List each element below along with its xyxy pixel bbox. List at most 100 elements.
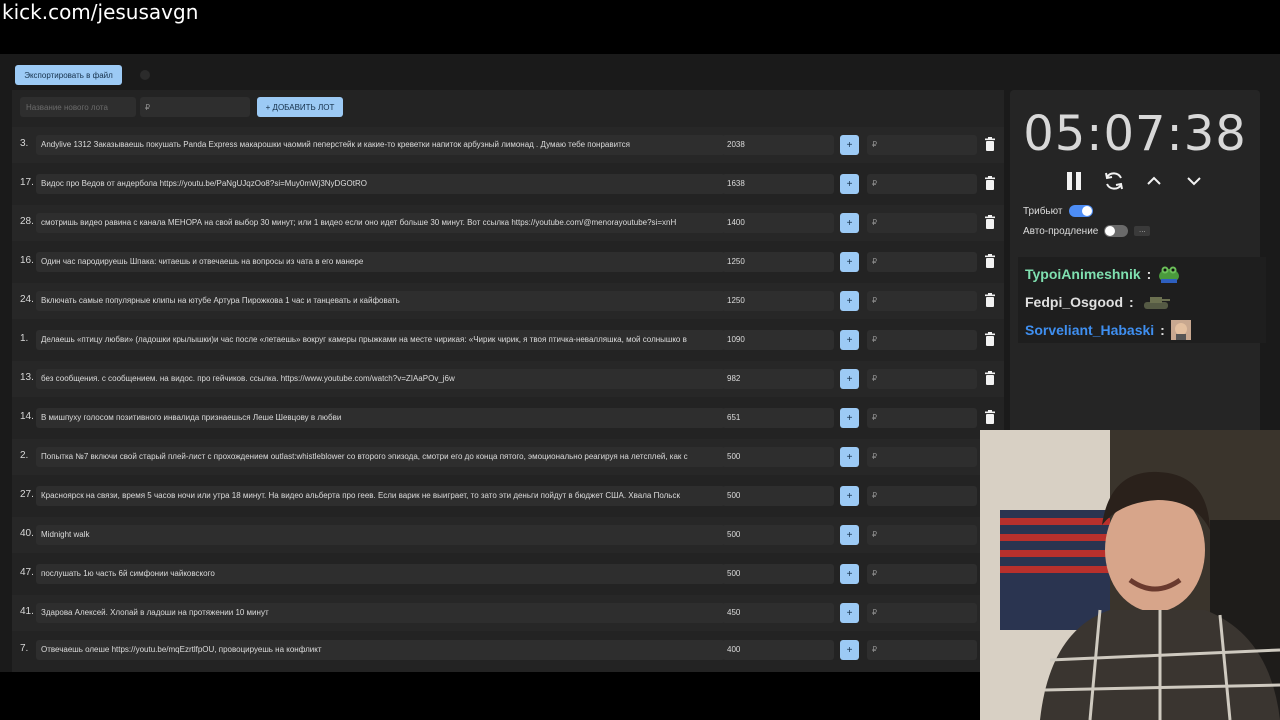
chat-message: Fedpi_Osgood: xyxy=(1025,292,1172,312)
lot-title-field[interactable]: Включать самые популярные клипы на ютубе… xyxy=(36,291,725,311)
lot-number: 47. xyxy=(20,567,34,578)
lot-add-amount-input[interactable]: ₽ xyxy=(867,603,977,623)
chevron-up-icon xyxy=(1147,176,1161,185)
lot-add-button[interactable]: + xyxy=(840,213,859,233)
lot-number: 14. xyxy=(20,411,34,422)
streamer-webcam-image xyxy=(980,430,1280,720)
auto-extend-more-button[interactable]: ... xyxy=(1134,226,1151,236)
lot-add-button[interactable]: + xyxy=(840,486,859,506)
trash-icon[interactable] xyxy=(984,254,996,268)
chat-separator: : xyxy=(1129,294,1134,310)
webcam-feed xyxy=(980,430,1280,720)
lot-add-amount-input[interactable]: ₽ xyxy=(867,213,977,233)
lot-amount-field[interactable]: 1250 xyxy=(722,291,834,311)
lot-title-field[interactable]: Попытка №7 включи свой старый плей-лист … xyxy=(36,447,725,467)
lot-number: 17. xyxy=(20,177,34,188)
trash-icon[interactable] xyxy=(984,293,996,307)
lot-amount-field[interactable]: 1090 xyxy=(722,330,834,350)
lot-add-amount-input[interactable]: ₽ xyxy=(867,291,977,311)
lot-title-field[interactable]: Красноярск на связи, время 5 часов ночи … xyxy=(36,486,725,506)
lot-add-button[interactable]: + xyxy=(840,525,859,545)
trash-icon[interactable] xyxy=(984,371,996,385)
lot-title-field[interactable]: Отвечаешь олеше https://youtu.be/mqEzrtl… xyxy=(36,640,725,660)
lot-add-amount-input[interactable]: ₽ xyxy=(867,640,977,660)
lot-title-field[interactable]: смотришь видео равина с канала МЕНОРА на… xyxy=(36,213,725,233)
lot-number: 24. xyxy=(20,294,34,305)
lot-amount-field[interactable]: 450 xyxy=(722,603,834,623)
lot-add-button[interactable]: + xyxy=(840,447,859,467)
face-emote-icon xyxy=(1170,320,1191,340)
trash-icon[interactable] xyxy=(984,137,996,151)
lot-amount-field[interactable]: 500 xyxy=(722,564,834,584)
lot-title-field[interactable]: послушать 1ю часть 6й симфонии чайковско… xyxy=(36,564,725,584)
chat-separator: : xyxy=(1146,266,1152,282)
lot-number: 7. xyxy=(20,643,29,654)
new-lot-name-input[interactable] xyxy=(20,97,136,117)
trash-icon[interactable] xyxy=(984,176,996,190)
lot-title-field[interactable]: Видос про Ведов от андербола https://you… xyxy=(36,174,725,194)
decrease-time-button[interactable] xyxy=(1183,170,1205,192)
lot-title-field[interactable]: Один час пародируешь Шпака: читаешь и от… xyxy=(36,252,725,272)
add-lot-button[interactable]: + ДОБАВИТЬ ЛОТ xyxy=(257,97,343,117)
pause-button[interactable] xyxy=(1063,170,1085,192)
lot-amount-field[interactable]: 400 xyxy=(722,640,834,660)
trash-icon[interactable] xyxy=(984,332,996,346)
lot-add-amount-input[interactable]: ₽ xyxy=(867,135,977,155)
auto-extend-toggle[interactable] xyxy=(1104,225,1129,237)
lot-number: 16. xyxy=(20,255,34,266)
chat-message: Sorveliant_Habaski: xyxy=(1025,320,1191,340)
lot-amount-field[interactable]: 500 xyxy=(722,486,834,506)
increase-time-button[interactable] xyxy=(1143,170,1165,192)
lot-amount-field[interactable]: 651 xyxy=(722,408,834,428)
lot-add-button[interactable]: + xyxy=(840,174,859,194)
lot-amount-field[interactable]: 1250 xyxy=(722,252,834,272)
lot-amount-field[interactable]: 982 xyxy=(722,369,834,389)
tribute-setting: Трибьют xyxy=(1023,205,1093,217)
lot-add-button[interactable]: + xyxy=(840,603,859,623)
reset-button[interactable] xyxy=(1103,170,1125,192)
lot-add-amount-input[interactable]: ₽ xyxy=(867,174,977,194)
lot-row: 28. смотришь видео равина с канала МЕНОР… xyxy=(12,205,1004,241)
chevron-down-icon xyxy=(1187,177,1201,186)
lot-row: 24. Включать самые популярные клипы на ю… xyxy=(12,283,1004,319)
lot-number: 2. xyxy=(20,450,29,461)
lot-add-button[interactable]: + xyxy=(840,640,859,660)
lot-add-amount-input[interactable]: ₽ xyxy=(867,447,977,467)
lot-amount-field[interactable]: 500 xyxy=(722,525,834,545)
lot-add-amount-input[interactable]: ₽ xyxy=(867,525,977,545)
lot-add-amount-input[interactable]: ₽ xyxy=(867,564,977,584)
auto-extend-setting: Авто-продление ... xyxy=(1023,225,1151,237)
lot-title-field[interactable]: Andylive 1312 Заказываешь покушать Panda… xyxy=(36,135,725,155)
new-lot-amount-input[interactable] xyxy=(140,97,250,117)
lot-title-field[interactable]: без сообщения. с сообщением. на видос. п… xyxy=(36,369,725,389)
tribute-toggle[interactable] xyxy=(1068,205,1093,217)
lot-add-amount-input[interactable]: ₽ xyxy=(867,369,977,389)
lot-add-amount-input[interactable]: ₽ xyxy=(867,252,977,272)
trash-icon[interactable] xyxy=(984,215,996,229)
lot-add-button[interactable]: + xyxy=(840,564,859,584)
lot-row: 40. Midnight walk 500 + ₽ xyxy=(12,517,1004,553)
lot-add-button[interactable]: + xyxy=(840,330,859,350)
lot-amount-field[interactable]: 500 xyxy=(722,447,834,467)
lot-title-field[interactable]: Делаешь «птицу любви» (ладошки крылышки)… xyxy=(36,330,725,350)
lot-add-button[interactable]: + xyxy=(840,291,859,311)
lot-number: 28. xyxy=(20,216,34,227)
lot-add-button[interactable]: + xyxy=(840,408,859,428)
lot-title-field[interactable]: Midnight walk xyxy=(36,525,725,545)
lot-amount-field[interactable]: 1400 xyxy=(722,213,834,233)
lot-add-amount-input[interactable]: ₽ xyxy=(867,486,977,506)
lot-title-field[interactable]: Здарова Алексей. Хлопай в ладоши на прот… xyxy=(36,603,725,623)
export-button[interactable]: Экспортировать в файл xyxy=(15,65,122,85)
trash-icon[interactable] xyxy=(984,410,996,424)
lot-add-amount-input[interactable]: ₽ xyxy=(867,408,977,428)
lot-add-amount-input[interactable]: ₽ xyxy=(867,330,977,350)
lot-add-button[interactable]: + xyxy=(840,252,859,272)
refresh-icon xyxy=(1105,172,1123,190)
lot-amount-field[interactable]: 2038 xyxy=(722,135,834,155)
chat-username: Sorveliant_Habaski xyxy=(1025,322,1155,338)
lot-add-button[interactable]: + xyxy=(840,369,859,389)
lot-add-button[interactable]: + xyxy=(840,135,859,155)
lot-title-field[interactable]: В мишпуху голосом позитивного инвалида п… xyxy=(36,408,725,428)
auction-timer: 05:07:38 xyxy=(1023,106,1247,162)
lot-amount-field[interactable]: 1638 xyxy=(722,174,834,194)
